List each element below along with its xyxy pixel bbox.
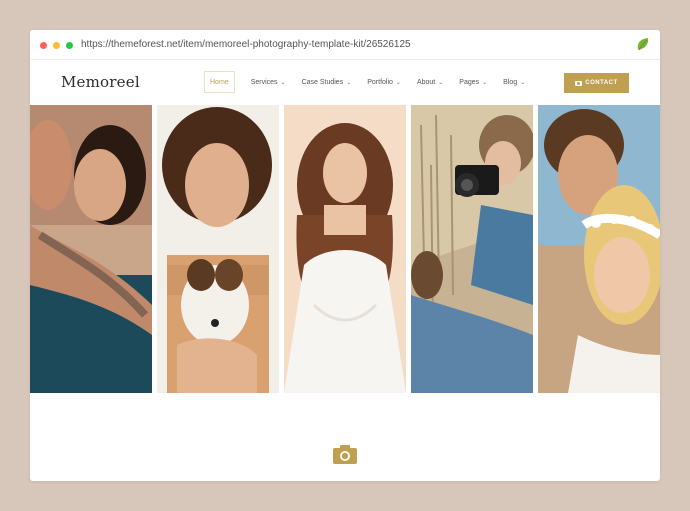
maximize-window-button[interactable] (66, 42, 73, 49)
nav-item-pages[interactable]: Pages ⌄ (459, 71, 487, 93)
leaf-icon (637, 38, 649, 51)
nav-label: Case Studies (301, 78, 344, 86)
nav-item-about[interactable]: About ⌄ (417, 71, 443, 93)
gallery-photo-flower-crown[interactable] (538, 105, 660, 393)
chevron-down-icon: ⌄ (520, 79, 526, 86)
url-text[interactable]: https://themeforest.net/item/memoreel-ph… (81, 39, 411, 50)
camera-icon (333, 445, 357, 464)
gallery-photo-couple[interactable] (30, 105, 152, 393)
minimize-window-button[interactable] (53, 42, 60, 49)
close-window-button[interactable] (40, 42, 47, 49)
contact-label: CONTACT (585, 80, 618, 86)
site-logo[interactable]: Memoreel (61, 73, 140, 91)
nav-item-case-studies[interactable]: Case Studies ⌄ (302, 71, 352, 93)
nav-item-blog[interactable]: Blog ⌄ (503, 71, 525, 93)
nav-label: Blog (503, 78, 518, 86)
site-header: Memoreel Home Services ⌄ Case Studies ⌄ … (30, 61, 660, 105)
nav-label: Portfolio (367, 78, 393, 86)
chevron-down-icon: ⌄ (395, 79, 401, 86)
chevron-down-icon: ⌄ (346, 79, 352, 86)
nav-item-home[interactable]: Home (204, 71, 235, 93)
chevron-down-icon: ⌄ (438, 79, 444, 86)
nav-label: About (416, 78, 436, 86)
main-nav: Home Services ⌄ Case Studies ⌄ Portfolio… (204, 71, 525, 93)
address-bar: https://themeforest.net/item/memoreel-ph… (30, 30, 660, 60)
nav-item-portfolio[interactable]: Portfolio ⌄ (367, 71, 401, 93)
nav-label: Pages (459, 78, 480, 86)
nav-label: Services (250, 78, 278, 86)
browser-window: https://themeforest.net/item/memoreel-ph… (30, 30, 660, 481)
contact-button[interactable]: CONTACT (564, 73, 629, 93)
chevron-down-icon: ⌄ (482, 79, 488, 86)
nav-item-services[interactable]: Services ⌄ (251, 71, 286, 93)
nav-label: Home (210, 78, 229, 86)
gallery-photo-photographer[interactable] (411, 105, 533, 393)
photo-gallery (30, 105, 660, 393)
chevron-down-icon: ⌄ (280, 79, 286, 86)
gallery-photo-bride[interactable] (284, 105, 406, 393)
camera-icon (575, 80, 583, 86)
gallery-photo-woman-dog[interactable] (157, 105, 279, 393)
